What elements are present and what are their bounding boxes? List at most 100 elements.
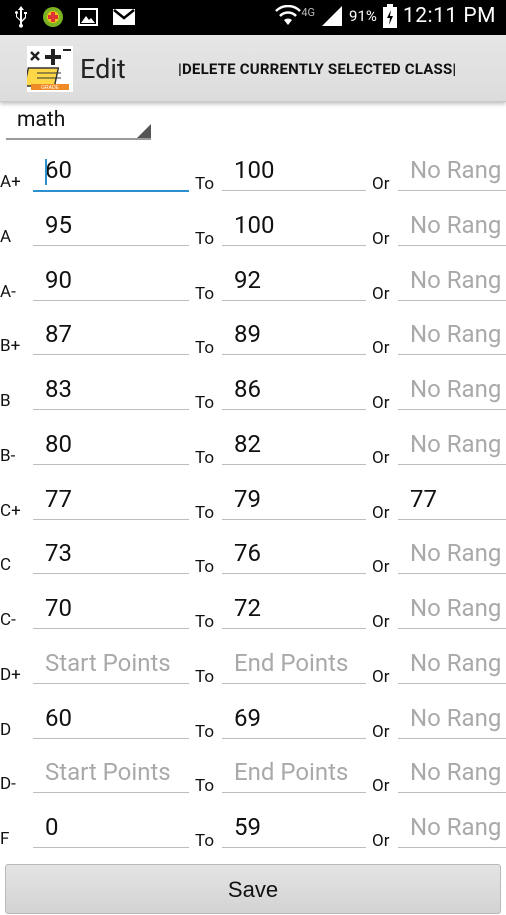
grade-row: A- 90 To 92 Or No Rang: [0, 264, 506, 318]
start-points-field-text: 95: [45, 210, 72, 239]
or-points-field[interactable]: No Rang: [398, 758, 506, 794]
to-label: To: [195, 502, 215, 523]
end-points-field[interactable]: End Points: [222, 649, 366, 684]
to-label: To: [195, 666, 215, 687]
start-points-field-text: 60: [45, 703, 72, 732]
or-points-field-text: No Rang: [410, 375, 502, 403]
end-points-field[interactable]: End Points: [222, 758, 366, 794]
or-points-field[interactable]: No Rang: [398, 539, 506, 575]
or-points-field[interactable]: No Rang: [398, 813, 506, 848]
start-points-field[interactable]: 90: [33, 266, 189, 301]
end-points-field-text: 82: [234, 429, 261, 458]
grade-row: B 83 To 86 Or No Rang: [0, 373, 506, 427]
or-label: Or: [372, 174, 390, 194]
or-points-field-text: No Rang: [410, 265, 502, 294]
start-points-field-text: 70: [45, 594, 72, 622]
or-points-field[interactable]: No Rang: [398, 649, 506, 684]
grade-row: B+ 87 To 89 Or No Rang: [0, 318, 506, 372]
grade-row: D 60 To 69 Or No Rang: [0, 702, 506, 756]
end-points-field[interactable]: 100: [222, 211, 366, 246]
or-points-field[interactable]: No Rang: [398, 266, 506, 301]
or-points-field[interactable]: No Rang: [398, 156, 506, 191]
to-label: To: [195, 831, 215, 851]
or-points-field[interactable]: No Rang: [398, 320, 506, 356]
end-points-field[interactable]: 89: [222, 320, 366, 356]
or-points-field-text: No Rang: [410, 156, 502, 184]
grade-label: C: [0, 555, 12, 576]
or-points-field[interactable]: 77: [398, 485, 506, 520]
end-points-field[interactable]: 59: [222, 813, 366, 848]
grade-label: B: [0, 391, 11, 411]
action-bar-title: Edit: [80, 53, 126, 85]
grade-label: B+: [0, 336, 21, 357]
network-type-label: 4G: [301, 5, 316, 19]
or-label: Or: [372, 447, 390, 468]
start-points-field[interactable]: 80: [33, 430, 189, 465]
save-button[interactable]: Save: [5, 864, 501, 914]
to-label: To: [195, 721, 215, 742]
to-label: To: [195, 283, 215, 304]
or-points-field-text: No Rang: [410, 594, 502, 622]
or-label: Or: [372, 776, 390, 797]
start-points-field[interactable]: 77: [33, 485, 189, 520]
action-bar: GRADE Edit |DELETE CURRENTLY SELECTED CL…: [0, 35, 506, 102]
start-points-field[interactable]: 70: [33, 594, 189, 629]
or-points-field[interactable]: No Rang: [398, 704, 506, 739]
or-points-field[interactable]: No Rang: [398, 430, 506, 465]
or-label: Or: [372, 338, 390, 359]
start-points-field[interactable]: 83: [33, 375, 189, 410]
end-points-field[interactable]: 86: [222, 375, 366, 410]
end-points-field[interactable]: 72: [222, 594, 366, 629]
or-label: Or: [372, 502, 390, 523]
grade-row: A+ 60 To 100 Or No Rang: [0, 154, 506, 208]
or-label: Or: [372, 612, 390, 632]
grade-row: A 95 To 100 Or No Rang: [0, 209, 506, 263]
app-logo-icon[interactable]: GRADE: [27, 46, 73, 92]
end-points-field-text: 59: [234, 813, 261, 841]
battery-charging-icon: [382, 4, 397, 28]
end-points-field[interactable]: 82: [222, 430, 366, 465]
end-points-field-text: 76: [234, 539, 261, 568]
start-points-field[interactable]: 0: [33, 813, 189, 848]
class-spinner-value: math: [17, 108, 66, 132]
end-points-field[interactable]: 100: [222, 156, 366, 191]
start-points-field[interactable]: 95: [33, 211, 189, 246]
start-points-field[interactable]: 87: [33, 320, 189, 356]
or-points-field[interactable]: No Rang: [398, 211, 506, 246]
start-points-field-text: 0: [45, 813, 59, 841]
grade-label: A-: [0, 281, 16, 302]
start-points-field[interactable]: 60: [33, 156, 189, 192]
or-label: Or: [372, 721, 390, 742]
end-points-field[interactable]: 92: [222, 266, 366, 301]
battery-percent: 91%: [349, 7, 377, 25]
svg-text:GRADE: GRADE: [41, 85, 59, 91]
to-label: To: [195, 447, 215, 468]
or-label: Or: [372, 228, 390, 249]
grade-label: D+: [0, 664, 21, 685]
grade-label: C-: [0, 610, 16, 630]
usb-icon: [15, 6, 27, 28]
start-points-field[interactable]: Start Points: [33, 758, 189, 794]
text-caret: [45, 159, 47, 185]
end-points-field[interactable]: 76: [222, 539, 366, 575]
end-points-field[interactable]: 79: [222, 485, 366, 520]
or-points-field-text: No Rang: [410, 429, 502, 458]
dropdown-arrow-icon: [137, 124, 151, 138]
or-points-field[interactable]: No Rang: [398, 594, 506, 629]
or-label: Or: [372, 831, 390, 851]
or-label: Or: [372, 393, 390, 413]
start-points-field-text: 60: [45, 156, 72, 184]
or-label: Or: [372, 666, 390, 687]
to-label: To: [195, 228, 215, 249]
end-points-field-text: 86: [234, 375, 261, 403]
end-points-field[interactable]: 69: [222, 704, 366, 739]
start-points-field[interactable]: 60: [33, 704, 189, 739]
or-points-field[interactable]: No Rang: [398, 375, 506, 410]
start-points-field-text: 73: [45, 539, 72, 568]
start-points-field-text: 83: [45, 375, 72, 403]
class-spinner[interactable]: math: [6, 103, 151, 140]
start-points-field[interactable]: 73: [33, 539, 189, 575]
delete-class-button[interactable]: |DELETE CURRENTLY SELECTED CLASS|: [178, 60, 456, 78]
start-points-field[interactable]: Start Points: [33, 649, 189, 684]
grade-row: B- 80 To 82 Or No Rang: [0, 428, 506, 482]
